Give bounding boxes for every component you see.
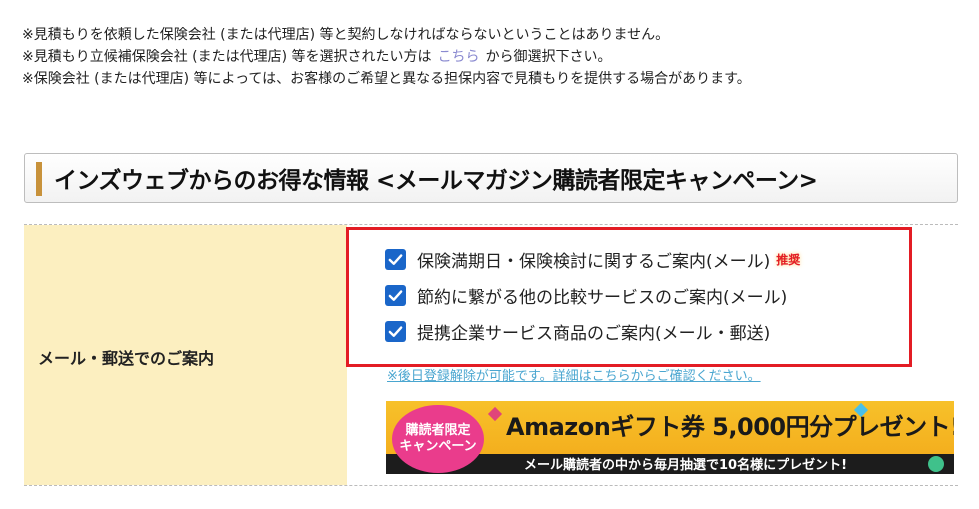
option-label: 提携企業サービス商品のご案内(メール・郵送): [417, 323, 771, 344]
campaign-badge: 購読者限定 キャンペーン: [392, 405, 484, 473]
note-line-1: ※見積もりを依頼した保険会社 (または代理店) 等と契約しなければならないという…: [22, 27, 670, 43]
option-comparison-services[interactable]: 節約に繋がる他の比較サービスのご案内(メール): [385, 283, 788, 308]
select-insurer-link[interactable]: こちら: [438, 49, 480, 65]
section-heading: インズウェブからのお得な情報 <メールマガジン購読者限定キャンペーン>: [24, 153, 958, 203]
note-line-2-after: から御選択下さい。: [485, 49, 612, 65]
recommended-badge: 推奨: [776, 252, 801, 267]
note-line-2-before: ※見積もり立候補保険会社 (または代理店) 等を選択されたい方は: [22, 49, 432, 65]
checkbox-comparison-services[interactable]: [385, 284, 406, 306]
note-line-2: ※見積もり立候補保険会社 (または代理店) 等を選択されたい方は こちら から御選択…: [22, 46, 751, 68]
option-partner-services[interactable]: 提携企業サービス商品のご案内(メール・郵送): [385, 319, 771, 344]
decoration-sparkle: [487, 406, 503, 422]
option-renewal-info[interactable]: 保険満期日・保険検討に関するご案内(メール) 推奨: [385, 247, 801, 272]
banner-headline: Amazonギフト券 5,000円分プレゼント!!: [506, 413, 954, 441]
row-label-cell: メール・郵送でのご案内: [24, 225, 347, 485]
section-title: インズウェブからのお得な情報 <メールマガジン購読者限定キャンペーン>: [54, 168, 818, 194]
option-label: 節約に繋がる他の比較サービスのご案内(メール): [417, 287, 788, 308]
heading-accent-bar: [36, 162, 42, 196]
option-label: 保険満期日・保険検討に関するご案内(メール): [417, 251, 771, 272]
check-icon: [388, 289, 403, 301]
unsubscribe-info-link[interactable]: ※後日登録解除が可能です。詳細はこちらからご確認ください。: [387, 365, 761, 384]
coin-icon: [928, 456, 944, 472]
banner-subtext: メール購読者の中から毎月抽選で10名様にプレゼント!: [524, 458, 848, 473]
campaign-banner[interactable]: 購読者限定 キャンペーン Amazonギフト券 5,000円分プレゼント!! メ…: [386, 401, 954, 474]
row-divider-bottom: [24, 485, 958, 486]
note-line-3: ※保険会社 (または代理店) 等によっては、お客様のご希望と異なる担保内容で見積…: [22, 71, 751, 87]
checkbox-partner-services[interactable]: [385, 320, 406, 342]
checkbox-renewal-info[interactable]: [385, 248, 406, 270]
row-label: メール・郵送でのご案内: [38, 349, 215, 368]
check-icon: [388, 253, 403, 265]
disclaimer-notes: ※見積もりを依頼した保険会社 (または代理店) 等と契約しなければならないという…: [22, 24, 751, 90]
check-icon: [388, 325, 403, 337]
